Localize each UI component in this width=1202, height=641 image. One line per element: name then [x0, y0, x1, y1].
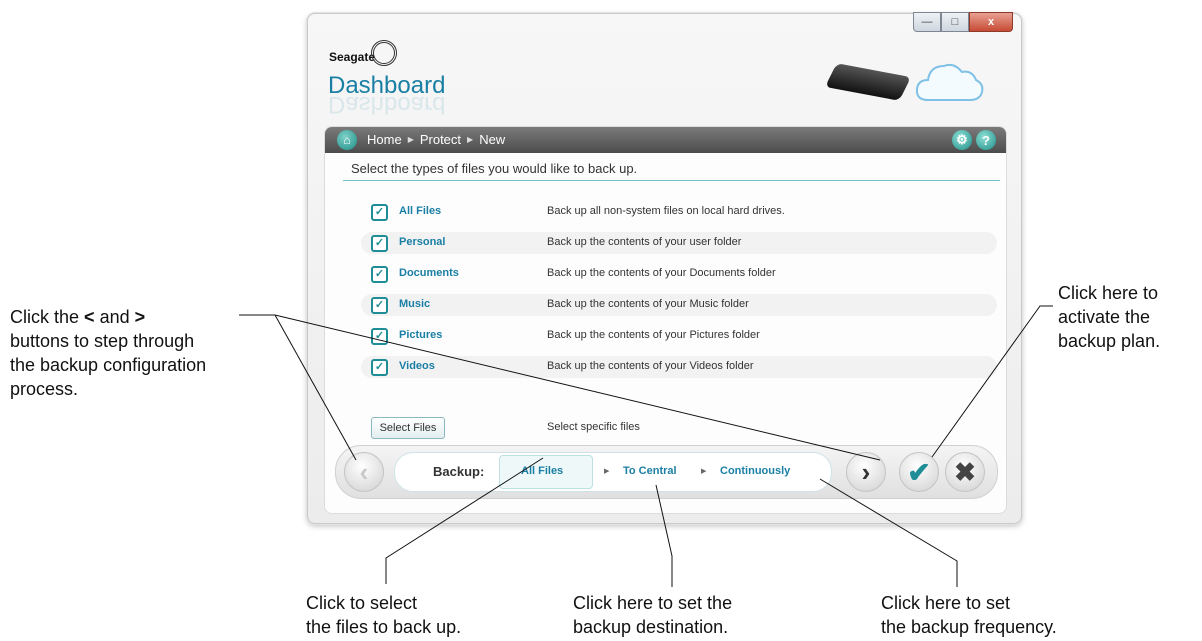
destination-callout-line1: Click here to set the — [573, 593, 733, 613]
activate-callout-line — [931, 305, 1053, 458]
nav-callout-gt: > — [134, 307, 146, 327]
nav-callout-text: Click the — [10, 307, 80, 327]
nav-callout-line4: process. — [10, 379, 79, 399]
activate-callout: Click here to activate the backup plan. — [1058, 281, 1160, 353]
select-callout: Click to select the files to back up. — [306, 591, 461, 639]
activate-callout-line3: backup plan. — [1058, 331, 1161, 351]
nav-callout-line2: buttons to step through — [10, 331, 195, 351]
destination-callout: Click here to set the backup destination… — [573, 591, 732, 639]
frequency-callout-line — [819, 478, 958, 587]
nav-callout: Click the < and > buttons to step throug… — [10, 305, 206, 401]
activate-callout-line2: activate the — [1058, 307, 1151, 327]
select-callout-line2: the files to back up. — [306, 617, 462, 637]
frequency-callout-line1: Click here to set — [881, 593, 1011, 613]
destination-callout-line2: backup destination. — [573, 617, 729, 637]
select-callout-line — [385, 457, 544, 584]
activate-callout-line1: Click here to — [1058, 283, 1159, 303]
nav-callout-line3: the backup configuration — [10, 355, 207, 375]
nav-callout-lt: < — [84, 307, 95, 327]
nav-callout-line-prev — [274, 314, 357, 461]
frequency-callout: Click here to set the backup frequency. — [881, 591, 1057, 639]
destination-callout-line — [655, 484, 673, 587]
select-callout-line1: Click to select — [306, 593, 418, 613]
nav-callout-and: and — [99, 307, 130, 327]
frequency-callout-line2: the backup frequency. — [881, 617, 1057, 637]
nav-callout-line-next — [274, 314, 881, 461]
